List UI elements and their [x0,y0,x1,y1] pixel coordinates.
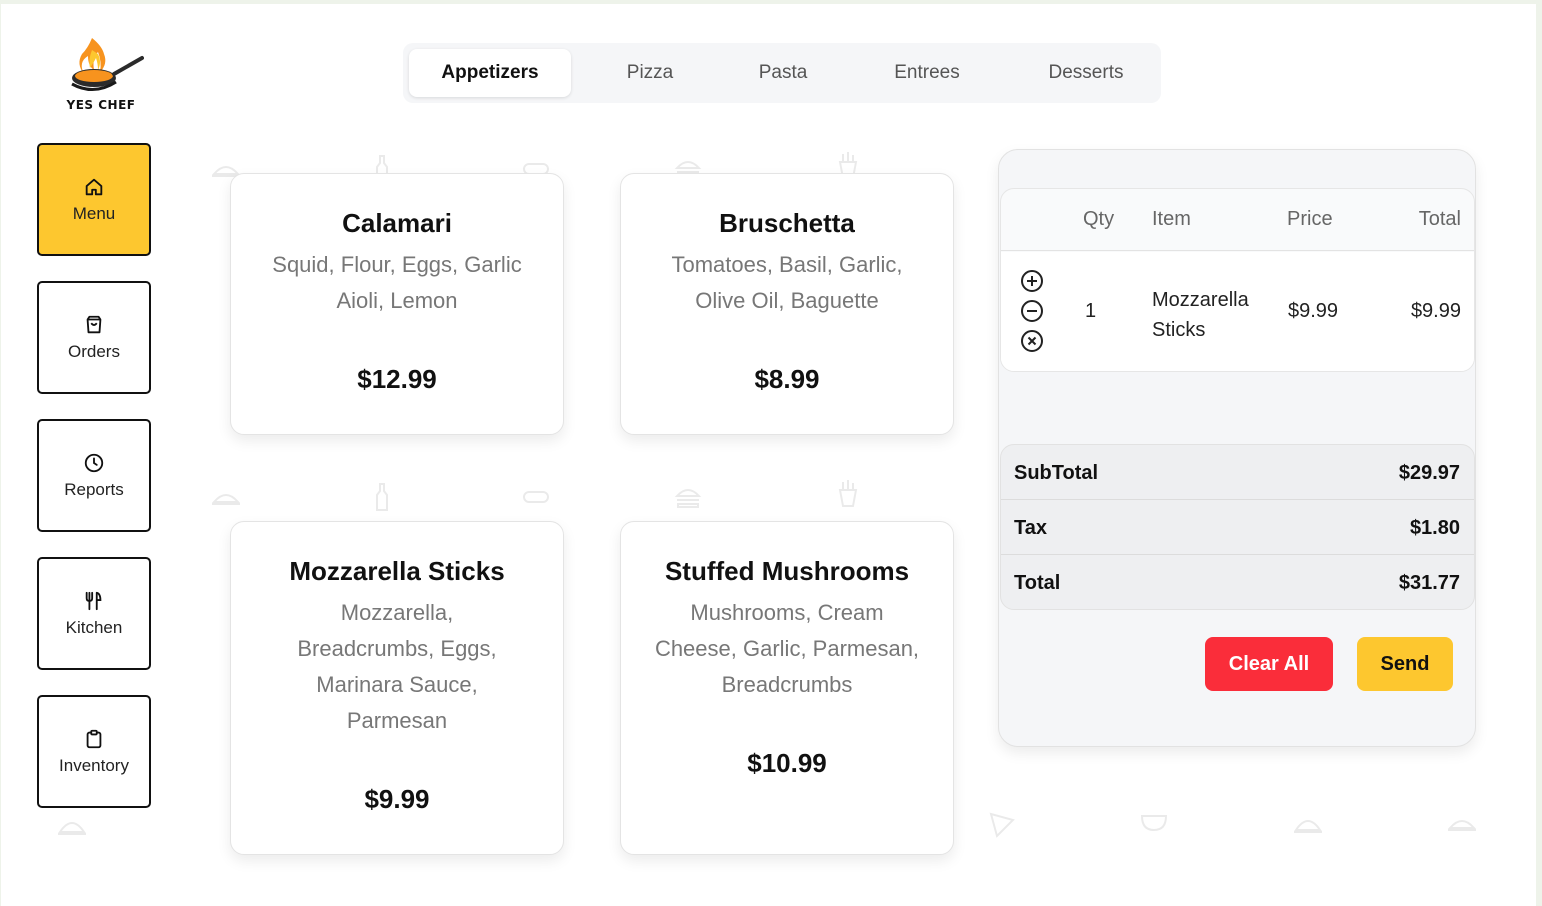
menu-item-ingredients: Tomatoes, Basil, Garlic, Olive Oil, Bagu… [671,252,903,313]
sidebar-item-kitchen[interactable]: Kitchen [37,557,151,670]
menu-item-price: $12.99 [357,364,437,394]
sidebar-item-label: Inventory [59,755,129,775]
menu-item-name: Stuffed Mushrooms [664,556,910,586]
dish-doodle-icon [211,494,241,505]
utensils-icon [85,591,102,610]
menu-item-ingredients: Mozzarella, Breadcrumbs, Eggs, Marinara … [297,600,497,733]
subtotal-label: SubTotal [1014,462,1099,484]
total-label: Total [1014,572,1061,594]
order-table: Qty Item Price Total 1 Mozzarella Sticks… [1000,188,1475,372]
cloche-doodle-icon [58,822,86,835]
bottle-doodle-icon [376,483,388,511]
sidebar-item-label: Kitchen [65,617,123,637]
subtotal-value: $29.97 [1398,462,1460,484]
order-panel: Qty Item Price Total 1 Mozzarella Sticks… [998,149,1476,747]
column-header-item: Item [1152,208,1191,230]
brand-logo[interactable]: YES CHEF [53,34,149,124]
remove-circle-icon[interactable] [1020,329,1044,353]
total-value: $31.77 [1398,572,1460,594]
burger-doodle-icon [674,489,702,508]
menu-item-card[interactable]: Stuffed Mushrooms Mushrooms, Cream Chees… [620,521,954,855]
menu-item-card[interactable]: Calamari Squid, Flour, Eggs, Garlic Aiol… [230,173,564,435]
menu-item-name: Mozzarella Sticks [289,556,505,586]
clear-all-button[interactable]: Clear All [1205,637,1333,691]
column-header-price: Price [1287,208,1333,230]
menu-item-name: Calamari [342,208,452,238]
tax-row: Tax $1.80 [1001,500,1474,555]
flaming-pan-icon [71,38,144,91]
sidebar-item-orders[interactable]: Orders [37,281,151,394]
app-window: YES CHEF Menu Orders Reports Kitchen Inv… [1,4,1536,906]
pizza-doodle-icon [989,812,1015,838]
menu-item-ingredients: Squid, Flour, Eggs, Garlic Aioli, Lemon [272,252,522,313]
sidebar-item-reports[interactable]: Reports [37,419,151,532]
menu-item-name: Bruschetta [719,208,855,238]
menu-item-card[interactable]: Mozzarella Sticks Mozzarella, Breadcrumb… [230,521,564,855]
menu-item-price: $8.99 [754,364,820,394]
sidebar-item-label: Reports [64,479,124,499]
sidebar-item-label: Menu [72,203,116,223]
cloche-doodle-icon [1294,820,1322,833]
minus-circle-icon[interactable] [1020,299,1044,323]
brand-name: YES CHEF [66,98,136,112]
sidebar-item-label: Orders [68,341,120,361]
tax-label: Tax [1014,517,1047,539]
order-item-price: $9.99 [1288,300,1339,322]
clock-icon [84,453,104,472]
add-circle-icon[interactable] [1020,269,1044,293]
tab-entrees[interactable]: Entrees [837,49,1017,97]
column-header-qty: Qty [1083,208,1115,230]
menu-item-price: $9.99 [364,784,430,814]
tab-appetizers[interactable]: Appetizers [409,49,571,97]
table-row: 1 Mozzarella Sticks $9.99 $9.99 [1001,252,1474,371]
tab-pizza[interactable]: Pizza [571,49,729,97]
order-item-name: Mozzarella Sticks [1152,289,1249,341]
order-totals: SubTotal $29.97 Tax $1.80 Total $31.77 [1000,444,1475,610]
order-item-qty: 1 [1085,300,1097,322]
send-button[interactable]: Send [1357,637,1453,691]
home-icon [85,178,103,195]
tab-pasta[interactable]: Pasta [729,49,837,97]
column-header-total: Total [1418,208,1461,230]
hotdog-doodle-icon [523,491,549,503]
menu-item-price: $10.99 [747,748,827,778]
order-table-header: Qty Item Price Total [1001,189,1474,251]
bag-icon [86,315,102,333]
menu-item-card[interactable]: Bruschetta Tomatoes, Basil, Garlic, Oliv… [620,173,954,435]
bowl-doodle-icon [1140,815,1168,832]
tax-value: $1.80 [1409,517,1460,539]
order-item-total: $9.99 [1410,300,1461,322]
dish-doodle-icon [1447,820,1477,831]
sidebar-item-menu[interactable]: Menu [37,143,151,256]
total-row: Total $31.77 [1001,555,1474,609]
menu-item-ingredients: Mushrooms, Cream Cheese, Garlic, Parmesa… [654,600,920,697]
sidebar-item-inventory[interactable]: Inventory [37,695,151,808]
tab-desserts[interactable]: Desserts [1017,49,1155,97]
category-tabs: Appetizers Pizza Pasta Entrees Desserts [403,43,1161,103]
subtotal-row: SubTotal $29.97 [1001,445,1474,500]
fries-doodle-icon [838,480,858,507]
clipboard-icon [86,729,102,748]
